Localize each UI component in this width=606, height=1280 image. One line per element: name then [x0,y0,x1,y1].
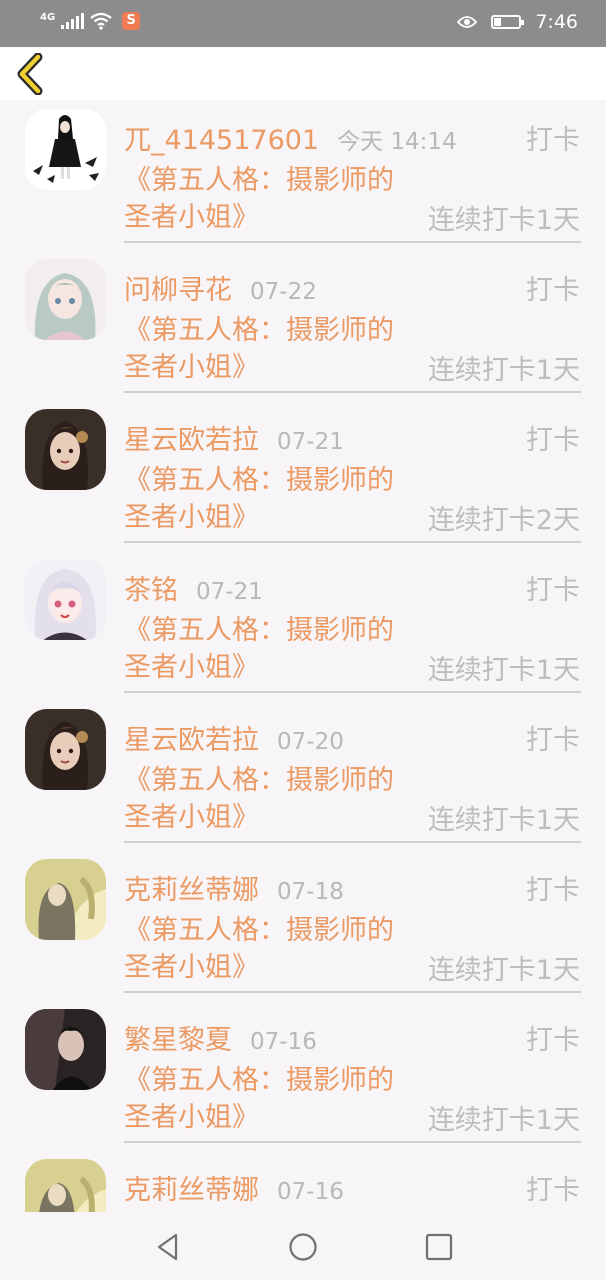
checkin-date: 07-16 [277,1179,344,1205]
user-name[interactable]: 星云欧若拉 [124,418,259,457]
status-bar: 4G S 7:46 [0,0,606,47]
chevron-left-icon [17,52,43,96]
battery-icon [491,15,525,29]
app-badge-icon: S [122,12,141,30]
checkin-date: 今天 14:14 [337,129,457,155]
clock: 7:46 [535,11,578,33]
book-title[interactable]: 《第五人格：摄影师的圣者小姐》 [124,312,414,386]
book-title[interactable]: 《第五人格：摄影师的圣者小姐》 [124,762,414,836]
user-name[interactable]: 兀_414517601 [124,118,319,157]
avatar-image [25,259,106,340]
user-name[interactable]: 问柳寻花 [124,268,232,307]
checkin-row[interactable]: 问柳寻花 07-22 打卡《第五人格：摄影师的圣者小姐》 连续打卡1天 [0,250,606,400]
row-divider [124,691,581,693]
battery-fill [494,18,502,26]
nav-home-button[interactable] [288,1232,318,1262]
checkin-date: 07-16 [250,1029,317,1055]
back-button[interactable] [14,52,50,96]
name-line: 星云欧若拉 07-20 [124,718,344,758]
checkin-tag: 打卡 [526,575,580,606]
book-title[interactable]: 《第五人格：摄影师的圣者小姐》 [124,462,414,536]
user-name[interactable]: 克莉丝蒂娜 [124,868,259,907]
streak-label: 连续打卡1天 [427,1105,580,1136]
checkin-date: 07-20 [277,729,344,755]
nav-back-button[interactable] [154,1232,184,1262]
book-title[interactable]: 《第五人格：摄影师的圣者小姐》 [124,612,414,686]
avatar[interactable] [25,1009,106,1090]
row-divider [124,991,581,993]
avatar[interactable] [25,859,106,940]
row-divider [124,1141,581,1143]
eye-icon [457,16,478,28]
avatar[interactable] [25,109,106,190]
name-line: 兀_414517601 今天 14:14 [124,118,457,158]
avatar-image [25,1009,106,1090]
name-line: 繁星黎夏 07-16 [124,1018,317,1058]
streak-label: 连续打卡1天 [427,205,580,236]
streak-label: 连续打卡2天 [427,505,580,536]
avatar-image [25,859,106,940]
streak-label: 连续打卡1天 [427,355,580,386]
name-line: 克莉丝蒂娜 07-18 [124,868,344,908]
user-name[interactable]: 茶铭 [124,568,178,607]
user-name[interactable]: 星云欧若拉 [124,718,259,757]
checkin-date: 07-22 [250,279,317,305]
avatar[interactable] [25,259,106,340]
checkin-row[interactable]: 克莉丝蒂娜07-16打卡《第五人格：摄影师的圣者小姐》连续打卡1天 [0,1150,606,1212]
streak-label: 连续打卡1天 [427,805,580,836]
top-bar [0,47,606,100]
signal-icon [61,13,85,29]
row-divider [124,841,581,843]
checkin-row[interactable]: 克莉丝蒂娜 07-18 打卡《第五人格：摄影师的圣者小姐》 连续打卡1天 [0,850,606,1000]
avatar-image [25,1159,106,1212]
checkin-tag: 打卡 [526,1175,580,1206]
checkin-tag: 打卡 [526,1025,580,1056]
checkin-tag: 打卡 [526,725,580,756]
avatar-image [25,409,106,490]
avatar[interactable] [25,409,106,490]
checkin-row[interactable]: 繁星黎夏 07-16 打卡《第五人格：摄影师的圣者小姐》 连续打卡1天 [0,1000,606,1150]
avatar-image [25,559,106,640]
user-name[interactable]: 克莉丝蒂娜 [124,1168,259,1207]
checkin-date: 07-21 [277,429,344,455]
avatar-image [25,709,106,790]
checkin-tag: 打卡 [526,275,580,306]
book-title[interactable]: 《第五人格：摄影师的圣者小姐》 [124,162,414,236]
avatar[interactable] [25,559,106,640]
checkin-date: 07-21 [196,579,263,605]
checkin-date: 07-18 [277,879,344,905]
avatar-image [25,109,106,190]
checkin-tag: 打卡 [526,875,580,906]
streak-label: 连续打卡1天 [427,655,580,686]
nav-bar [0,1212,606,1280]
name-line: 茶铭 07-21 [124,568,263,608]
row-divider [124,541,581,543]
checkin-row[interactable]: 兀_414517601 今天 14:14 打卡《第五人格：摄影师的圣者小姐》 连续打卡… [0,100,606,250]
status-left: 4G S [40,12,141,30]
avatar[interactable] [25,1159,106,1212]
circle-home-icon [289,1233,317,1261]
row-divider [124,391,581,393]
nav-recents-button[interactable] [424,1232,454,1262]
name-line: 问柳寻花 07-22 [124,268,317,308]
square-recents-icon [425,1233,453,1261]
checkin-row[interactable]: 星云欧若拉 07-20 打卡《第五人格：摄影师的圣者小姐》 连续打卡1天 [0,700,606,850]
wifi-icon [90,12,112,30]
row-divider [124,241,581,243]
triangle-back-icon [157,1233,178,1261]
status-right: 7:46 [457,11,578,33]
checkin-tag: 打卡 [526,425,580,456]
checkin-row[interactable]: 茶铭 07-21 打卡《第五人格：摄影师的圣者小姐》 连续打卡1天 [0,550,606,700]
streak-label: 连续打卡1天 [427,955,580,986]
user-name[interactable]: 繁星黎夏 [124,1018,232,1057]
checkin-list: 兀_414517601 今天 14:14 打卡 《第五人格：摄影师的圣者小姐》 连续打卡… [0,100,606,1212]
network-type: 4G [40,12,56,23]
checkin-tag: 打卡 [526,125,580,156]
book-title[interactable]: 《第五人格：摄影师的圣者小姐》 [124,912,414,986]
checkin-row[interactable]: 星云欧若拉 07-21 打卡《第五人格：摄影师的圣者小姐》 连续打卡2天 [0,400,606,550]
book-title[interactable]: 《第五人格：摄影师的圣者小姐》 [124,1062,414,1136]
name-line: 克莉丝蒂娜 07-16 [124,1168,344,1208]
avatar[interactable] [25,709,106,790]
name-line: 星云欧若拉 07-21 [124,418,344,458]
